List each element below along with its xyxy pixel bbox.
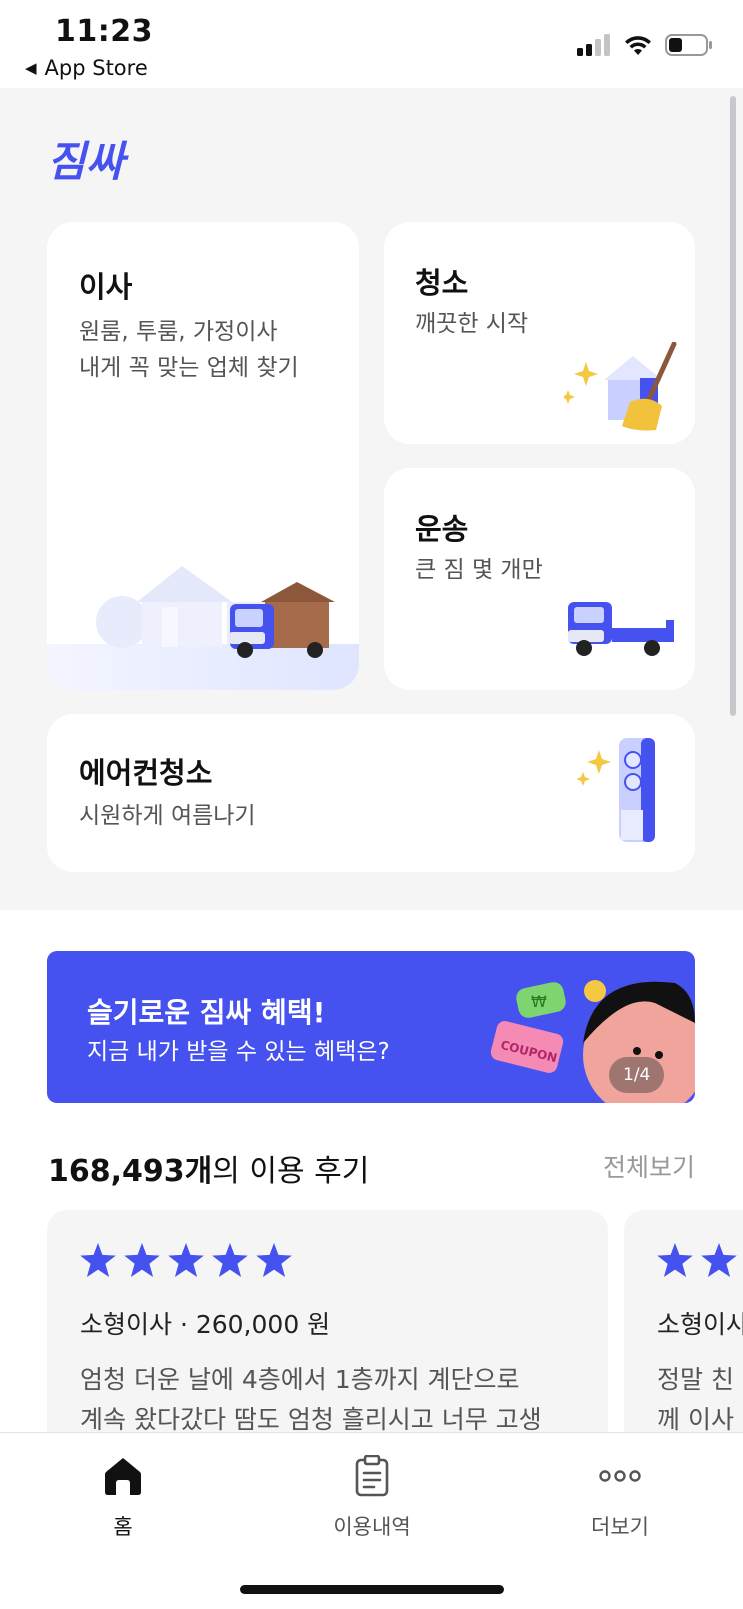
moving-title: 이사: [79, 270, 133, 304]
delivery-title: 운송: [415, 512, 469, 546]
star-icon: [701, 1243, 737, 1277]
review-card[interactable]: 소형이사 · 260,000 원 엄청 더운 날에 4층에서 1층까지 계단으로…: [47, 1210, 608, 1470]
status-time: 11:23: [55, 14, 153, 49]
status-bar: 11:23 ◀ App Store: [0, 0, 743, 88]
status-icons: [577, 33, 713, 57]
aircon-card[interactable]: 에어컨청소 시원하게 여름나기: [47, 714, 695, 872]
moving-truck-house-illustration: [47, 566, 359, 690]
cleaning-house-broom-illustration: [564, 342, 677, 431]
tab-more[interactable]: 더보기: [540, 1451, 700, 1541]
star-icon: [256, 1243, 292, 1277]
reviews-heading: 168,493개의 이용 후기: [48, 1146, 369, 1190]
bottom-tab-bar: 홈 이용내역 더보기: [0, 1432, 743, 1609]
see-all-reviews-link[interactable]: 전체보기: [603, 1148, 695, 1184]
aircon-illustration: [577, 738, 655, 842]
star-icon: [168, 1243, 204, 1277]
clipboard-icon: [292, 1451, 452, 1501]
moving-subtitle-1: 원룸, 투룸, 가정이사: [79, 319, 278, 345]
review-text-line: 정말 친: [657, 1365, 734, 1394]
home-indicator[interactable]: [240, 1585, 504, 1594]
wifi-icon: [625, 36, 651, 55]
cleaning-card[interactable]: 청소 깨끗한 시작: [384, 222, 695, 444]
reviews-heading-suffix: 의 이용 후기: [212, 1154, 370, 1189]
delivery-truck-illustration: [568, 602, 674, 656]
back-to-app-link[interactable]: ◀ App Store: [25, 56, 148, 80]
back-arrow-icon: ◀: [25, 59, 37, 77]
review-meta: 소형이사: [657, 1310, 743, 1339]
svg-text:₩: ₩: [531, 992, 547, 1011]
scrollbar[interactable]: [730, 96, 736, 716]
review-card[interactable]: 소형이사 정말 친 께 이사: [624, 1210, 743, 1470]
tab-home-label: 홈: [113, 1515, 133, 1539]
cleaning-title: 청소: [415, 266, 469, 300]
moving-card[interactable]: 이사 원룸, 투룸, 가정이사 내게 꼭 맞는 업체 찾기: [47, 222, 359, 690]
review-text: 정말 친 께 이사: [657, 1360, 734, 1440]
tab-home[interactable]: 홈: [43, 1451, 203, 1541]
home-icon: [43, 1451, 203, 1501]
brand-logo-text: 짐싸: [47, 137, 130, 184]
tab-history-label: 이용내역: [333, 1515, 411, 1539]
review-stars: [657, 1243, 737, 1277]
more-icon: [540, 1451, 700, 1501]
aircon-title: 에어컨청소: [79, 756, 213, 790]
battery-icon: [665, 34, 712, 56]
review-meta: 소형이사 · 260,000 원: [80, 1310, 331, 1339]
reviews-count: 168,493개: [48, 1154, 213, 1189]
star-icon: [80, 1243, 116, 1277]
aircon-subtitle: 시원하게 여름나기: [79, 803, 256, 829]
review-stars: [80, 1243, 292, 1277]
review-text: 엄청 더운 날에 4층에서 1층까지 계단으로 계속 왔다갔다 땀도 엄청 흘리…: [80, 1360, 542, 1440]
banner-character-illustration: ₩ COUPON: [490, 980, 695, 1103]
star-icon: [124, 1243, 160, 1277]
cleaning-subtitle: 깨끗한 시작: [415, 311, 529, 337]
tab-history[interactable]: 이용내역: [292, 1451, 452, 1541]
back-app-label: App Store: [44, 56, 148, 80]
benefit-banner[interactable]: 슬기로운 짐싸 혜택! 지금 내가 받을 수 있는 혜택은? ₩ COUPON …: [47, 951, 695, 1103]
tab-more-label: 더보기: [591, 1515, 649, 1539]
star-icon: [212, 1243, 248, 1277]
banner-page-indicator: 1/4: [609, 1057, 665, 1093]
banner-subtitle: 지금 내가 받을 수 있는 혜택은?: [87, 1039, 390, 1065]
review-text-line: 엄청 더운 날에 4층에서 1층까지 계단으로: [80, 1365, 520, 1394]
delivery-card[interactable]: 운송 큰 짐 몇 개만: [384, 468, 695, 690]
signal-icon: [577, 34, 610, 56]
banner-title: 슬기로운 짐싸 혜택!: [87, 996, 326, 1029]
services-section: 짐싸 이사 원룸, 투룸, 가정이사 내게 꼭 맞는 업체 찾기 청소 깨끗한 …: [0, 88, 743, 910]
star-icon: [657, 1243, 693, 1277]
delivery-subtitle: 큰 짐 몇 개만: [415, 557, 543, 583]
brand-logo[interactable]: 짐싸: [47, 136, 162, 188]
moving-subtitle-2: 내게 꼭 맞는 업체 찾기: [79, 355, 299, 381]
